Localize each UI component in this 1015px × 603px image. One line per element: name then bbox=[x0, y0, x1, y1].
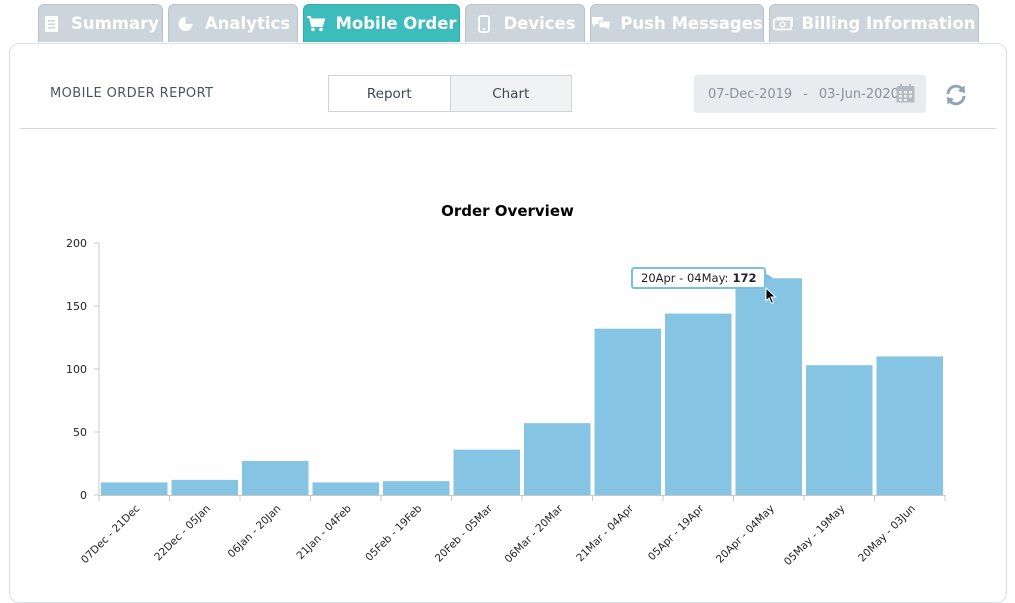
mouse-pointer-icon bbox=[765, 286, 777, 309]
chart-bar[interactable] bbox=[665, 313, 732, 495]
x-tick-label: 06Jan - 20Jan bbox=[226, 503, 284, 561]
chart-bar[interactable] bbox=[453, 449, 521, 495]
x-tick-label: 22Dec - 05Jan bbox=[152, 503, 213, 564]
y-tick-label: 200 bbox=[66, 237, 87, 250]
y-tick-label: 150 bbox=[66, 300, 87, 313]
chart-tooltip: 20Apr - 04May: 172 bbox=[631, 267, 774, 289]
x-tick-label: 05Apr - 19Apr bbox=[646, 502, 707, 563]
chart-bar[interactable] bbox=[101, 482, 168, 495]
x-tick-label: 21Mar - 04Apr bbox=[574, 502, 636, 564]
chart-bar[interactable] bbox=[524, 423, 591, 495]
chart-bar[interactable] bbox=[171, 479, 239, 495]
chart-bar[interactable] bbox=[806, 365, 873, 495]
x-tick-label: 05May - 19May bbox=[782, 503, 847, 568]
chart-bar[interactable] bbox=[383, 481, 450, 495]
x-tick-label: 05Feb - 19Feb bbox=[363, 502, 424, 563]
order-overview-chart: 05010015020007Dec - 21Dec 22Dec - 05Jan 06… bbox=[66, 237, 946, 568]
tooltip-label: 20Apr - 04May: bbox=[641, 271, 729, 285]
tooltip-arrow bbox=[765, 273, 774, 283]
x-tick-label: 20Apr - 04May bbox=[714, 503, 777, 566]
chart-bar[interactable] bbox=[594, 328, 662, 495]
x-tick-label: 20May - 03Jun bbox=[856, 503, 918, 565]
chart-bar[interactable] bbox=[312, 482, 380, 495]
x-tick-label: 21Jan - 04Feb bbox=[294, 502, 354, 562]
chart-bar[interactable] bbox=[876, 356, 944, 495]
x-tick-label: 20Feb - 05Mar bbox=[433, 502, 495, 564]
y-tick-label: 50 bbox=[73, 426, 87, 439]
x-tick-label: 06Mar - 20Mar bbox=[503, 502, 566, 565]
chart-bar[interactable] bbox=[735, 278, 803, 495]
y-tick-label: 100 bbox=[66, 363, 87, 376]
chart-bar[interactable] bbox=[242, 460, 309, 495]
tooltip-value: 172 bbox=[732, 271, 757, 285]
x-tick-label: 07Dec - 21Dec bbox=[79, 502, 143, 566]
y-tick-label: 0 bbox=[80, 489, 87, 502]
